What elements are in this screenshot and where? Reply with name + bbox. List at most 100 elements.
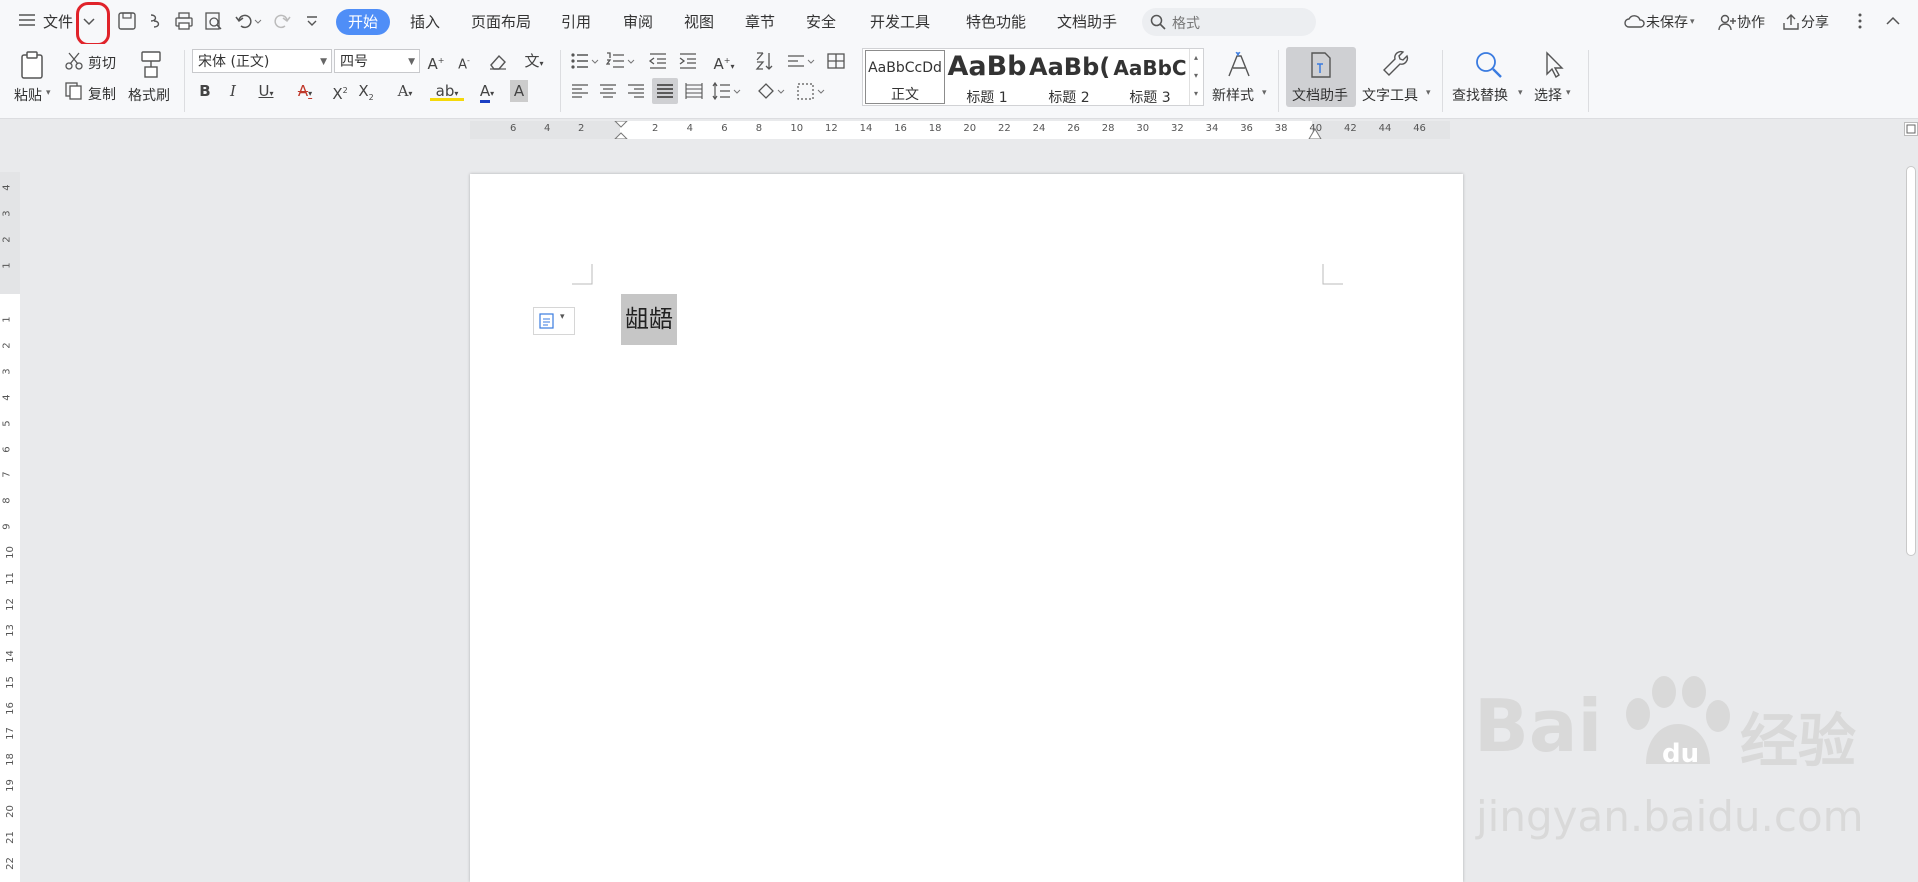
caret-down-icon: ▾	[1426, 88, 1431, 98]
tab-review[interactable]: 审阅	[623, 9, 653, 35]
ruler-tick-label: 6	[721, 123, 728, 134]
customize-toolbar-button[interactable]	[304, 13, 320, 29]
ruler-toggle-icon	[1906, 124, 1916, 134]
svg-text:du: du	[1662, 739, 1699, 769]
tab-chapter[interactable]: 章节	[745, 9, 775, 35]
ruler-tick-label: 8	[755, 123, 763, 134]
ruler-tick-label: 28	[1101, 123, 1115, 134]
cloud-save-status[interactable]: 未保存 ▾	[1624, 12, 1695, 32]
style-heading-1[interactable]: AaBb 标题 1	[947, 49, 1027, 105]
justify-icon	[657, 84, 673, 98]
style-name: 正文	[891, 87, 919, 103]
document-page[interactable]	[470, 174, 1463, 882]
grow-font-button[interactable]: A+	[426, 50, 446, 75]
wrench-icon	[1383, 50, 1409, 76]
ruler-tick-label: 12	[4, 598, 16, 611]
font-color-button[interactable]: A▾	[472, 80, 502, 105]
caret-down-icon: ▾	[1690, 17, 1695, 27]
font-name-select[interactable]: 宋体 (正文) ▼	[192, 49, 332, 73]
divider	[184, 50, 185, 112]
tab-developer[interactable]: 开发工具	[870, 9, 930, 35]
font-size-select[interactable]: 四号 ▼	[334, 49, 420, 73]
change-case-button[interactable]: A+▾	[708, 50, 740, 78]
underline-button[interactable]: U▾	[252, 80, 280, 105]
collab-label: 协作	[1737, 15, 1765, 31]
watermark-url: jingyan.baidu.com	[1476, 792, 1864, 841]
more-vertical-icon	[1858, 13, 1862, 29]
save-button[interactable]	[117, 11, 137, 31]
print-button[interactable]	[174, 11, 194, 31]
ruler-tick-label: 4	[544, 123, 551, 134]
text-effect-button[interactable]: A▾	[390, 80, 420, 105]
indent-marker-icon[interactable]	[614, 121, 628, 139]
style-normal[interactable]: AaBbCcDd 正文	[865, 50, 945, 104]
tab-page-layout[interactable]: 页面布局	[471, 9, 531, 35]
ruler-tick-label: 11	[4, 572, 16, 585]
ruler-tick-label: 7	[1, 471, 13, 479]
horizontal-ruler[interactable]: 642 2 4 6 8 10 12 14 16 18 20 22 24 26 28 30 32 34 36 38 40…	[470, 121, 1450, 139]
hamburger-menu[interactable]	[18, 12, 36, 28]
style-gallery-scroll[interactable]: ▴ ▾ ▾	[1189, 49, 1202, 105]
phonetic-guide-button[interactable]: 文▾	[520, 50, 548, 75]
ruler-tick-label: 36	[1240, 123, 1253, 134]
ruler-tick-label: 19	[4, 779, 16, 793]
share-button[interactable]: 分享	[1781, 12, 1829, 32]
tab-view[interactable]: 视图	[684, 9, 714, 35]
tab-doc-assistant[interactable]: 文档助手	[1057, 9, 1117, 35]
scrollbar-thumb[interactable]	[1906, 166, 1916, 556]
divider	[1278, 50, 1279, 112]
ruler-tick-label: 14	[4, 649, 16, 663]
save-icon	[118, 12, 136, 30]
selected-document-text[interactable]: 龃龉	[621, 294, 677, 345]
shrink-font-button[interactable]: A-	[454, 50, 474, 76]
format-painter-label: 格式刷	[128, 88, 170, 104]
cut-label: 剪切	[88, 56, 116, 72]
quick-tool-button[interactable]	[146, 11, 166, 31]
style-heading-2[interactable]: AaBb( 标题 2	[1029, 49, 1109, 105]
ruler-tick-label: 17	[4, 727, 16, 741]
tab-security[interactable]: 安全	[806, 9, 836, 35]
chevron-up-icon	[1886, 16, 1900, 25]
distributed-icon	[685, 83, 703, 99]
ruler-tick-label: 34	[1205, 123, 1219, 134]
doc-assistant-button[interactable]: 文档助手	[1286, 47, 1356, 107]
bold-button[interactable]: B	[196, 80, 214, 102]
ruler-tick-label: 1	[1, 262, 13, 269]
undo-button[interactable]	[234, 11, 262, 31]
align-right-icon	[628, 84, 644, 98]
collapse-ribbon-button[interactable]	[1884, 12, 1902, 30]
search-box[interactable]: 格式	[1142, 8, 1316, 36]
more-options-button[interactable]	[1856, 12, 1864, 30]
ruler-toggle-button[interactable]	[1904, 122, 1918, 136]
style-heading-3[interactable]: AaBbC 标题 3	[1111, 49, 1189, 105]
align-center-icon	[600, 84, 616, 98]
margin-corner-top-right	[1322, 264, 1343, 285]
hamburger-icon	[19, 14, 35, 26]
vertical-ruler[interactable]: 4321 1 2 3 4 5 6 7 8 9 10 11 12 13 14 15 16 17 18 19 20 21 22	[0, 172, 20, 882]
character-shading-button[interactable]: A	[510, 80, 528, 102]
right-indent-marker-icon[interactable]	[1308, 127, 1322, 139]
tab-home[interactable]: 开始	[336, 9, 391, 35]
table-icon	[827, 53, 845, 69]
tab-references[interactable]: 引用	[561, 9, 591, 35]
redo-button[interactable]	[272, 11, 292, 31]
strikethrough-button[interactable]: A▾	[290, 80, 320, 105]
align-left-icon	[572, 84, 588, 98]
tab-features[interactable]: 特色功能	[966, 9, 1026, 35]
collaborate-button[interactable]: 协作	[1717, 12, 1765, 32]
ruler-tick-label: 22	[998, 123, 1011, 134]
superscript-button[interactable]: X2	[330, 80, 350, 105]
ruler-tick-label: 21	[4, 831, 16, 844]
justify-button[interactable]	[652, 78, 678, 104]
annotation-highlight	[76, 2, 110, 46]
user-plus-icon	[1718, 14, 1736, 31]
file-menu[interactable]: 文件	[43, 9, 73, 35]
ruler-tick-label: 2	[1, 342, 13, 349]
print-preview-button[interactable]	[203, 11, 223, 31]
subscript-button[interactable]: X2	[356, 80, 376, 109]
tab-insert[interactable]: 插入	[410, 9, 440, 35]
italic-button[interactable]: I	[224, 80, 242, 102]
paste-options-button[interactable]: ▾	[533, 307, 575, 335]
highlight-button[interactable]: ab▾	[430, 80, 464, 101]
indent-icon	[679, 53, 696, 69]
